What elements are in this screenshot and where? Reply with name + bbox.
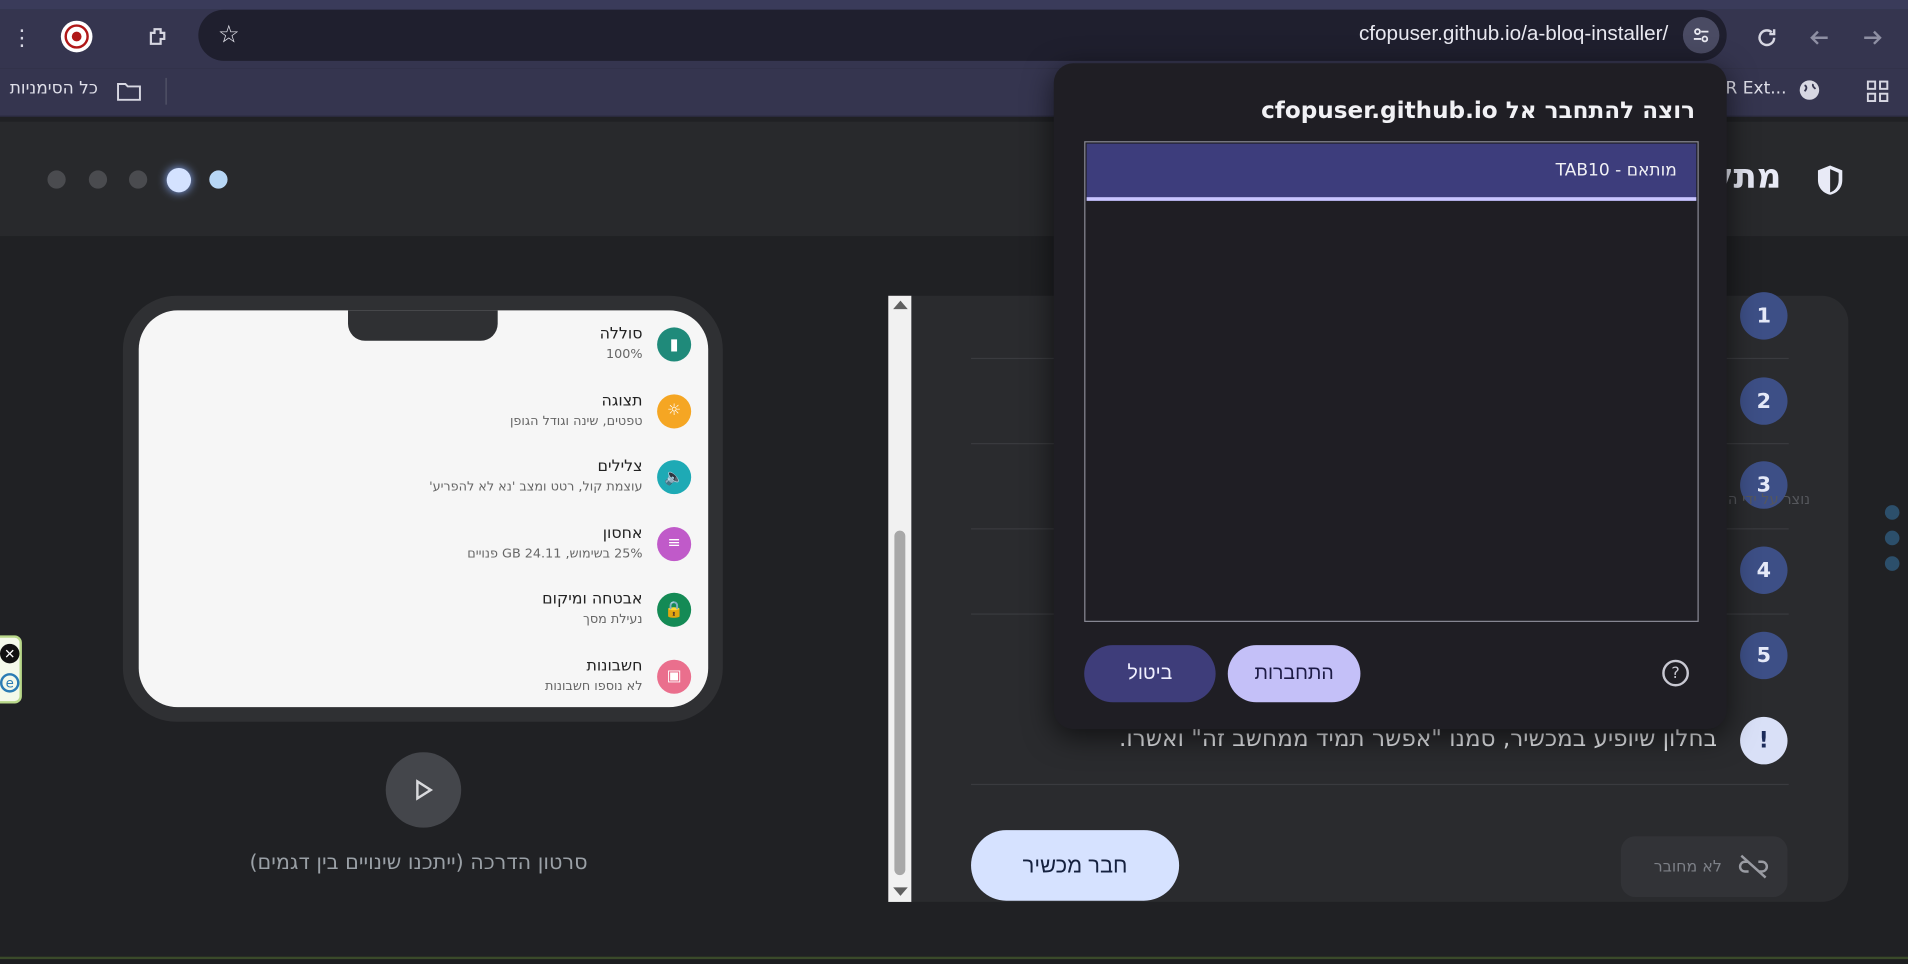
- scroll-down-arrow[interactable]: [893, 887, 908, 896]
- settings-row[interactable]: ☼ תצוגה טפטים, שינה וגודל הגופן: [156, 386, 692, 442]
- play-icon: [416, 779, 434, 801]
- sound-icon: 🔈: [657, 460, 692, 495]
- progress-dot-3: [128, 170, 148, 189]
- progress-dot-2: [88, 170, 108, 189]
- step-number-4: 4: [1740, 546, 1788, 594]
- all-bookmarks-link[interactable]: כל הסימניות: [10, 79, 98, 98]
- site-settings-icon[interactable]: [1682, 17, 1720, 54]
- progress-dot-1: [47, 170, 66, 189]
- footer-credit-text: נוצר על ידי ה: [1727, 490, 1811, 508]
- settings-row-subtitle: 100%: [605, 346, 643, 362]
- bookmark-ext-link[interactable]: R Ext...: [1725, 79, 1786, 98]
- connection-status-label: לא מחובר: [1653, 857, 1722, 876]
- bookmark-star-icon[interactable]: ☆: [218, 19, 240, 48]
- step-divider: [971, 783, 1789, 786]
- apps-grid-icon[interactable]: [1866, 80, 1889, 107]
- accounts-icon: ▣: [657, 659, 692, 694]
- settings-row-title: צלילים: [597, 457, 643, 476]
- side-nav-dot[interactable]: [1884, 556, 1900, 571]
- connection-status-chip: לא מחובר: [1620, 836, 1788, 898]
- step-number-1: 1: [1740, 292, 1788, 340]
- settings-row-title: סוללה: [599, 324, 643, 344]
- settings-row-subtitle: נעילת מסך: [582, 612, 643, 627]
- dialog-title: רוצה להתחבר אל cfopuser.github.io: [1261, 97, 1696, 125]
- forward-icon[interactable]: [1859, 24, 1886, 51]
- storage-icon: ≡: [657, 526, 692, 561]
- window-bottom-edge: [0, 956, 1908, 964]
- device-name: מותאם - TAB10: [1555, 160, 1677, 181]
- reload-icon[interactable]: [1752, 23, 1781, 52]
- connect-device-button[interactable]: חבר מכשיר: [971, 830, 1180, 901]
- settings-row[interactable]: 🔈 צלילים עוצמת קול, רטט ומצב 'נא לא להפריע…: [156, 453, 692, 509]
- browser-toolbar: ☆ cfopuser.github.io/a-bloq-installer/ ⋮: [0, 9, 1908, 69]
- unlink-icon: [1738, 854, 1768, 879]
- phone-screen: ▮ סוללה 100% ☼ תצוגה טפטים, שינה וגודל הגופן 🔈…: [138, 310, 709, 708]
- side-nav-dot[interactable]: [1884, 530, 1900, 546]
- profile-avatar[interactable]: [60, 20, 93, 53]
- bookmarks-divider: [165, 77, 167, 105]
- settings-row-subtitle: לא נוספו חשבונות: [544, 678, 643, 694]
- settings-row-title: אבטחה ומיקום: [542, 590, 643, 609]
- url-text[interactable]: cfopuser.github.io/a-bloq-installer/: [1359, 22, 1668, 46]
- device-list-item[interactable]: מותאם - TAB10: [1086, 143, 1697, 201]
- close-icon[interactable]: ✕: [0, 643, 20, 664]
- play-video-button[interactable]: [385, 752, 462, 828]
- settings-row[interactable]: ▮ סוללה 100%: [156, 320, 692, 376]
- address-bar[interactable]: ☆ cfopuser.github.io/a-bloq-installer/: [198, 9, 1727, 61]
- lock-icon: 🔒: [657, 592, 692, 627]
- settings-row[interactable]: ≡ אחסון 25% בשימוש, 24.11 GB פנויים: [156, 519, 692, 575]
- device-permission-dialog: רוצה להתחבר אל cfopuser.github.io מותאם …: [1053, 63, 1727, 730]
- menu-kebab-icon[interactable]: ⋮: [11, 24, 33, 51]
- step-number-2: 2: [1740, 377, 1788, 425]
- extension-widget[interactable]: ✕ e: [0, 635, 22, 704]
- step-number-5: 5: [1740, 631, 1788, 680]
- globe-icon: [1798, 79, 1820, 106]
- settings-row[interactable]: 🔒 אבטחה ומיקום נעילת מסך: [156, 585, 692, 641]
- settings-row-title: חשבונות: [586, 656, 643, 675]
- progress-dot-5: [209, 170, 228, 189]
- settings-row-subtitle: עוצמת קול, רטט ומצב 'נא לא להפריע': [429, 479, 643, 495]
- cancel-button[interactable]: ביטול: [1084, 645, 1216, 703]
- settings-row-title: אחסון: [602, 523, 643, 543]
- shield-icon: [1814, 163, 1846, 202]
- scroll-up-arrow[interactable]: [893, 300, 908, 310]
- warning-icon: !: [1740, 716, 1788, 765]
- scrollbar-thumb[interactable]: [894, 530, 906, 876]
- scrollbar[interactable]: [888, 295, 912, 902]
- edge-logo-icon: e: [0, 673, 20, 693]
- folder-icon: [116, 80, 143, 107]
- tab-strip: [0, 0, 1908, 10]
- device-list[interactable]: מותאם - TAB10: [1084, 141, 1699, 622]
- display-icon: ☼: [657, 393, 692, 428]
- help-icon[interactable]: ?: [1662, 659, 1689, 687]
- side-nav-dot[interactable]: [1884, 505, 1900, 520]
- settings-row[interactable]: ▣ חשבונות לא נוספו חשבונות: [156, 652, 692, 707]
- connect-button[interactable]: התחברות: [1227, 645, 1361, 703]
- battery-icon: ▮: [657, 327, 692, 362]
- instruction-text: בחלון שיופיע במכשיר, סמנו "אפשר תמיד ממח…: [1119, 725, 1717, 753]
- back-icon[interactable]: [1806, 24, 1833, 51]
- video-caption: סרטון הדרכה (ייתכנו שינויים בין דגמים): [249, 850, 588, 876]
- extensions-icon[interactable]: [144, 22, 173, 51]
- settings-row-title: תצוגה: [601, 391, 643, 410]
- settings-row-subtitle: טפטים, שינה וגודל הגופן: [509, 413, 643, 428]
- settings-row-subtitle: 25% בשימוש, 24.11 GB פנויים: [467, 545, 643, 561]
- progress-dot-current: [166, 167, 192, 193]
